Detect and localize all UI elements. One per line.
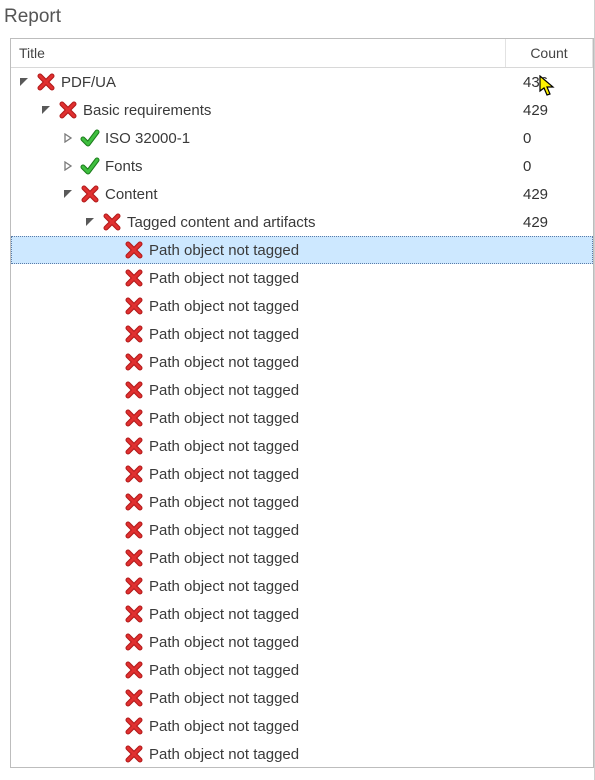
error-icon xyxy=(123,659,145,681)
error-icon xyxy=(79,183,101,205)
check-icon xyxy=(79,127,101,149)
expander-open-icon[interactable] xyxy=(19,77,35,87)
expander-closed-icon[interactable] xyxy=(63,133,79,143)
report-tree: Title Count PDF/UA436Basic requirements4… xyxy=(10,38,594,768)
row-label: Path object not tagged xyxy=(149,746,517,763)
node-path-not-tagged[interactable]: Path object not tagged xyxy=(11,656,593,684)
row-label: Fonts xyxy=(105,158,517,175)
expander-open-icon[interactable] xyxy=(41,105,57,115)
error-icon xyxy=(123,379,145,401)
error-icon xyxy=(35,71,57,93)
node-path-not-tagged[interactable]: Path object not tagged xyxy=(11,516,593,544)
expander-closed-icon[interactable] xyxy=(63,161,79,171)
node-pdfua[interactable]: PDF/UA436 xyxy=(11,68,593,96)
row-count: 429 xyxy=(517,102,593,119)
error-icon xyxy=(123,267,145,289)
error-icon xyxy=(123,715,145,737)
row-label: Path object not tagged xyxy=(149,382,517,399)
row-label: Basic requirements xyxy=(83,102,517,119)
row-count: 429 xyxy=(517,214,593,231)
node-path-not-tagged[interactable]: Path object not tagged xyxy=(11,712,593,740)
error-icon xyxy=(123,603,145,625)
panel-title: Report xyxy=(0,0,594,38)
node-path-not-tagged[interactable]: Path object not tagged xyxy=(11,236,593,264)
row-label: Path object not tagged xyxy=(149,606,517,623)
expander-open-icon[interactable] xyxy=(85,217,101,227)
node-path-not-tagged[interactable]: Path object not tagged xyxy=(11,628,593,656)
row-label: Path object not tagged xyxy=(149,494,517,511)
error-icon xyxy=(123,351,145,373)
row-label: Path object not tagged xyxy=(149,270,517,287)
error-icon xyxy=(123,743,145,765)
node-path-not-tagged[interactable]: Path object not tagged xyxy=(11,460,593,488)
row-label: Path object not tagged xyxy=(149,242,517,259)
error-icon xyxy=(123,295,145,317)
error-icon xyxy=(123,575,145,597)
row-label: Path object not tagged xyxy=(149,634,517,651)
node-path-not-tagged[interactable]: Path object not tagged xyxy=(11,292,593,320)
node-path-not-tagged[interactable]: Path object not tagged xyxy=(11,572,593,600)
node-path-not-tagged[interactable]: Path object not tagged xyxy=(11,544,593,572)
error-icon xyxy=(123,323,145,345)
row-label: Path object not tagged xyxy=(149,354,517,371)
row-label: Path object not tagged xyxy=(149,690,517,707)
node-basic-requirements[interactable]: Basic requirements429 xyxy=(11,96,593,124)
node-fonts[interactable]: Fonts0 xyxy=(11,152,593,180)
error-icon xyxy=(123,547,145,569)
node-path-not-tagged[interactable]: Path object not tagged xyxy=(11,320,593,348)
node-path-not-tagged[interactable]: Path object not tagged xyxy=(11,600,593,628)
node-path-not-tagged[interactable]: Path object not tagged xyxy=(11,376,593,404)
error-icon xyxy=(123,687,145,709)
error-icon xyxy=(101,211,123,233)
node-path-not-tagged[interactable]: Path object not tagged xyxy=(11,432,593,460)
node-tagged-content-artifacts[interactable]: Tagged content and artifacts429 xyxy=(11,208,593,236)
node-path-not-tagged[interactable]: Path object not tagged xyxy=(11,264,593,292)
row-label: Path object not tagged xyxy=(149,298,517,315)
error-icon xyxy=(123,631,145,653)
node-content[interactable]: Content429 xyxy=(11,180,593,208)
row-label: Content xyxy=(105,186,517,203)
row-count: 0 xyxy=(517,130,593,147)
node-path-not-tagged[interactable]: Path object not tagged xyxy=(11,404,593,432)
row-label: Path object not tagged xyxy=(149,550,517,567)
error-icon xyxy=(123,491,145,513)
column-count[interactable]: Count xyxy=(506,39,593,67)
node-path-not-tagged[interactable]: Path object not tagged xyxy=(11,488,593,516)
error-icon xyxy=(123,239,145,261)
row-label: Path object not tagged xyxy=(149,662,517,679)
row-label: Path object not tagged xyxy=(149,522,517,539)
row-label: Path object not tagged xyxy=(149,438,517,455)
row-label: Path object not tagged xyxy=(149,410,517,427)
row-label: Path object not tagged xyxy=(149,718,517,735)
error-icon xyxy=(123,407,145,429)
row-label: Tagged content and artifacts xyxy=(127,214,517,231)
row-count: 436 xyxy=(517,74,593,91)
error-icon xyxy=(123,435,145,457)
column-title[interactable]: Title xyxy=(11,39,506,67)
row-label: Path object not tagged xyxy=(149,326,517,343)
error-icon xyxy=(123,519,145,541)
check-icon xyxy=(79,155,101,177)
error-icon xyxy=(57,99,79,121)
row-label: ISO 32000-1 xyxy=(105,130,517,147)
node-path-not-tagged[interactable]: Path object not tagged xyxy=(11,348,593,376)
node-path-not-tagged[interactable]: Path object not tagged xyxy=(11,740,593,768)
row-count: 0 xyxy=(517,158,593,175)
column-header-row: Title Count xyxy=(11,39,593,68)
node-path-not-tagged[interactable]: Path object not tagged xyxy=(11,684,593,712)
row-label: PDF/UA xyxy=(61,74,517,91)
row-count: 429 xyxy=(517,186,593,203)
row-label: Path object not tagged xyxy=(149,578,517,595)
node-iso-32000-1[interactable]: ISO 32000-10 xyxy=(11,124,593,152)
row-label: Path object not tagged xyxy=(149,466,517,483)
error-icon xyxy=(123,463,145,485)
expander-open-icon[interactable] xyxy=(63,189,79,199)
